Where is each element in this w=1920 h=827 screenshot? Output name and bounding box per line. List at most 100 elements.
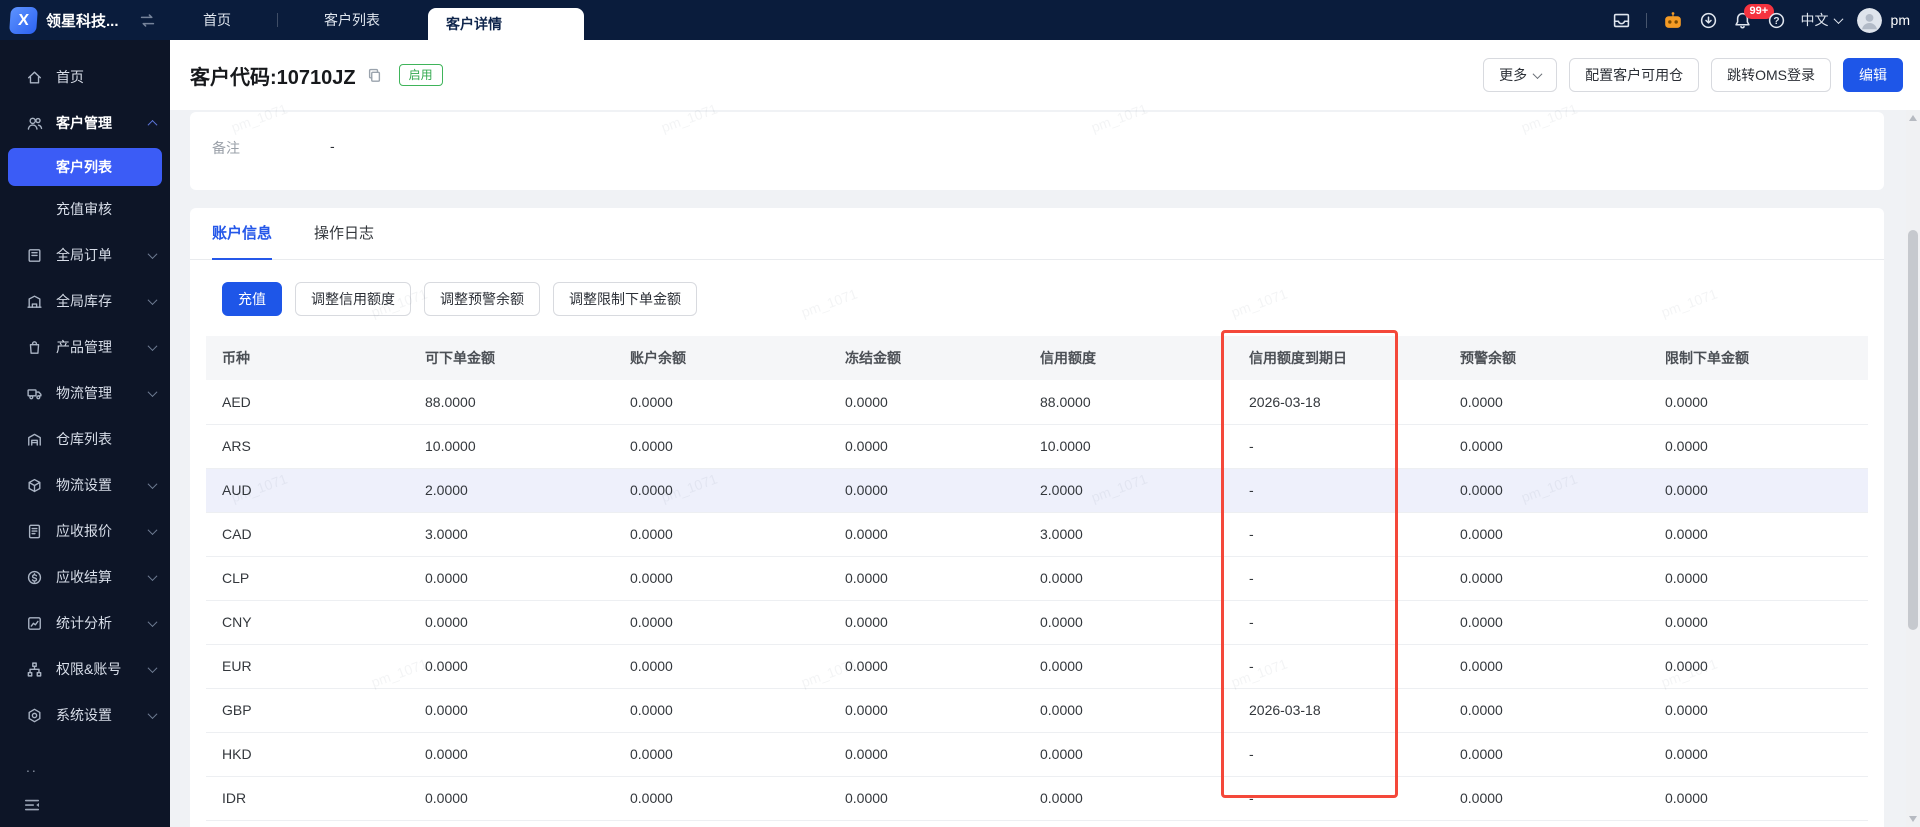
chevron-up-icon — [147, 119, 158, 130]
currency-table: 币种 可下单金额 账户余额 冻结金额 信用额度 信用额度到期日 预警余额 限制下单金额 AED… — [206, 336, 1868, 821]
scrollbar-up-arrow[interactable] — [1909, 115, 1917, 121]
quote-icon — [26, 523, 43, 540]
avatar[interactable] — [1856, 7, 1882, 33]
chevron-down-icon — [147, 616, 158, 627]
sidebar-item-customer-mgmt[interactable]: 客户管理 — [0, 100, 170, 146]
username[interactable]: pm — [1891, 12, 1910, 28]
sidebar-item-receivable-settlement[interactable]: 应收结算 — [0, 554, 170, 600]
cell-credit-limit: 0.0000 — [1024, 688, 1233, 733]
sidebar-item-statistics[interactable]: 统计分析 — [0, 600, 170, 646]
sidebar-item-permissions[interactable]: 权限&账号 — [0, 646, 170, 692]
cell-frozen-amount: 0.0000 — [829, 776, 1024, 821]
more-button[interactable]: 更多 — [1483, 58, 1558, 92]
adjust-warning-button[interactable]: 调整预警余额 — [424, 282, 540, 316]
scrollbar-thumb[interactable] — [1908, 230, 1918, 630]
warehouse-icon — [26, 431, 43, 448]
table-row-AED: AED 88.0000 0.0000 0.0000 88.0000 2026-03-18 0… — [206, 380, 1868, 425]
cell-orderable-amount: 0.0000 — [409, 732, 614, 777]
chevron-down-icon — [147, 708, 158, 719]
help-icon[interactable]: ? — [1767, 11, 1786, 30]
sidebar-item-global-inventory[interactable]: 全局库存 — [0, 278, 170, 324]
column-header-credit-expiry: 信用额度到期日 — [1233, 336, 1444, 380]
currency-table-wrap: 币种 可下单金额 账户余额 冻结金额 信用额度 信用额度到期日 预警余额 限制下单金额 AED… — [206, 336, 1868, 821]
logistics-icon — [26, 385, 43, 402]
svg-text:?: ? — [1773, 15, 1779, 26]
cell-frozen-amount: 0.0000 — [829, 512, 1024, 557]
tab-operation-log[interactable]: 操作日志 — [314, 208, 374, 260]
cell-currency: CNY — [206, 600, 409, 645]
notifications-bell-icon[interactable]: 99+ — [1733, 3, 1775, 30]
nav-item-customer-list[interactable]: 客户列表 — [324, 10, 380, 30]
cell-orderable-amount: 10.0000 — [409, 424, 614, 469]
sidebar-item-global-orders[interactable]: 全局订单 — [0, 232, 170, 278]
column-header-account-balance: 账户余额 — [614, 336, 829, 380]
home-icon — [26, 69, 43, 86]
table-row-CLP: CLP 0.0000 0.0000 0.0000 0.0000-0.0000 0.0000 — [206, 556, 1868, 601]
app-logo[interactable]: X — [9, 6, 38, 34]
cell-account-balance: 0.0000 — [614, 556, 829, 601]
edit-button[interactable]: 编辑 — [1843, 58, 1903, 92]
cell-account-balance: 0.0000 — [614, 600, 829, 645]
table-row-HKD: HKD 0.0000 0.0000 0.0000 0.0000-0.0000 0.0000 — [206, 732, 1868, 777]
switch-workspace-icon[interactable] — [138, 11, 157, 30]
configure-warehouse-button[interactable]: 配置客户可用仓 — [1569, 58, 1700, 92]
cell-credit-expiry: - — [1233, 468, 1444, 513]
cell-warning-balance: 0.0000 — [1444, 424, 1649, 469]
vertical-scrollbar[interactable] — [1906, 110, 1920, 827]
chevron-down-icon — [147, 524, 158, 535]
language-switcher[interactable]: 中文 — [1801, 10, 1843, 30]
chevron-down-icon — [1833, 13, 1843, 24]
cell-warning-balance: 0.0000 — [1444, 644, 1649, 689]
download-center-icon[interactable] — [1699, 11, 1718, 30]
sidebar-item-home[interactable]: 首页 — [0, 54, 170, 100]
jump-oms-button[interactable]: 跳转OMS登录 — [1711, 58, 1831, 92]
adjust-order-limit-button[interactable]: 调整限制下单金额 — [553, 282, 697, 316]
column-header-orderable-amount: 可下单金额 — [409, 336, 614, 380]
sidebar-item-system-settings[interactable]: 系统设置 — [0, 692, 170, 738]
main-content: 客户代码:10710JZ 启用 更多 配置客户可用仓 跳转OMS登录 编辑 备注 - … — [170, 40, 1920, 827]
cell-currency: HKD — [206, 732, 409, 777]
page-title: 客户代码:10710JZ — [190, 66, 356, 89]
sidebar-item-logistics-mgmt[interactable]: 物流管理 — [0, 370, 170, 416]
button-label: 调整预警余额 — [440, 291, 524, 307]
sidebar-item-label: 物流设置 — [56, 477, 112, 493]
sidebar-item-product-mgmt[interactable]: 产品管理 — [0, 324, 170, 370]
chevron-down-icon — [147, 248, 158, 259]
recharge-button[interactable]: 充值 — [222, 282, 282, 316]
sidebar-collapse-icon[interactable] — [22, 795, 42, 815]
sidebar-item-recharge-audit[interactable]: 充值审核 — [8, 190, 162, 228]
cell-credit-limit: 2.0000 — [1024, 468, 1233, 513]
cell-order-limit-amount: 0.0000 — [1649, 512, 1868, 557]
tab-account-info[interactable]: 账户信息 — [212, 208, 273, 260]
cell-currency: IDR — [206, 776, 409, 821]
sidebar-item-receivable-quote[interactable]: 应收报价 — [0, 508, 170, 554]
cell-account-balance: 0.0000 — [614, 776, 829, 821]
robot-assistant-icon[interactable] — [1662, 11, 1684, 30]
cell-order-limit-amount: 0.0000 — [1649, 556, 1868, 601]
product-icon — [26, 339, 43, 356]
cell-frozen-amount: 0.0000 — [829, 424, 1024, 469]
cell-order-limit-amount: 0.0000 — [1649, 600, 1868, 645]
cell-order-limit-amount: 0.0000 — [1649, 424, 1868, 469]
tab-customer-detail[interactable]: 客户详情 — [428, 8, 584, 40]
sidebar-item-label: 权限&账号 — [56, 661, 122, 677]
cell-credit-limit: 0.0000 — [1024, 644, 1233, 689]
cell-credit-expiry: - — [1233, 776, 1444, 821]
nav-item-home[interactable]: 首页 — [203, 10, 231, 30]
adjust-credit-button[interactable]: 调整信用额度 — [295, 282, 411, 316]
sidebar-item-warehouse-list[interactable]: 仓库列表 — [0, 416, 170, 462]
cell-credit-expiry: - — [1233, 644, 1444, 689]
cell-currency: GBP — [206, 688, 409, 733]
cell-warning-balance: 0.0000 — [1444, 776, 1649, 821]
cell-credit-expiry: - — [1233, 600, 1444, 645]
button-label: 更多 — [1499, 67, 1528, 83]
inbox-icon[interactable] — [1612, 11, 1631, 30]
copy-icon[interactable] — [366, 67, 383, 84]
sidebar-item-customer-list[interactable]: 客户列表 — [8, 148, 162, 186]
cell-warning-balance: 0.0000 — [1444, 732, 1649, 777]
cell-frozen-amount: 0.0000 — [829, 468, 1024, 513]
sidebar-item-logistics-settings[interactable]: 物流设置 — [0, 462, 170, 508]
scrollbar-down-arrow[interactable] — [1909, 816, 1917, 822]
sidebar-item-label: 全局订单 — [56, 247, 112, 263]
cell-order-limit-amount: 0.0000 — [1649, 644, 1868, 689]
